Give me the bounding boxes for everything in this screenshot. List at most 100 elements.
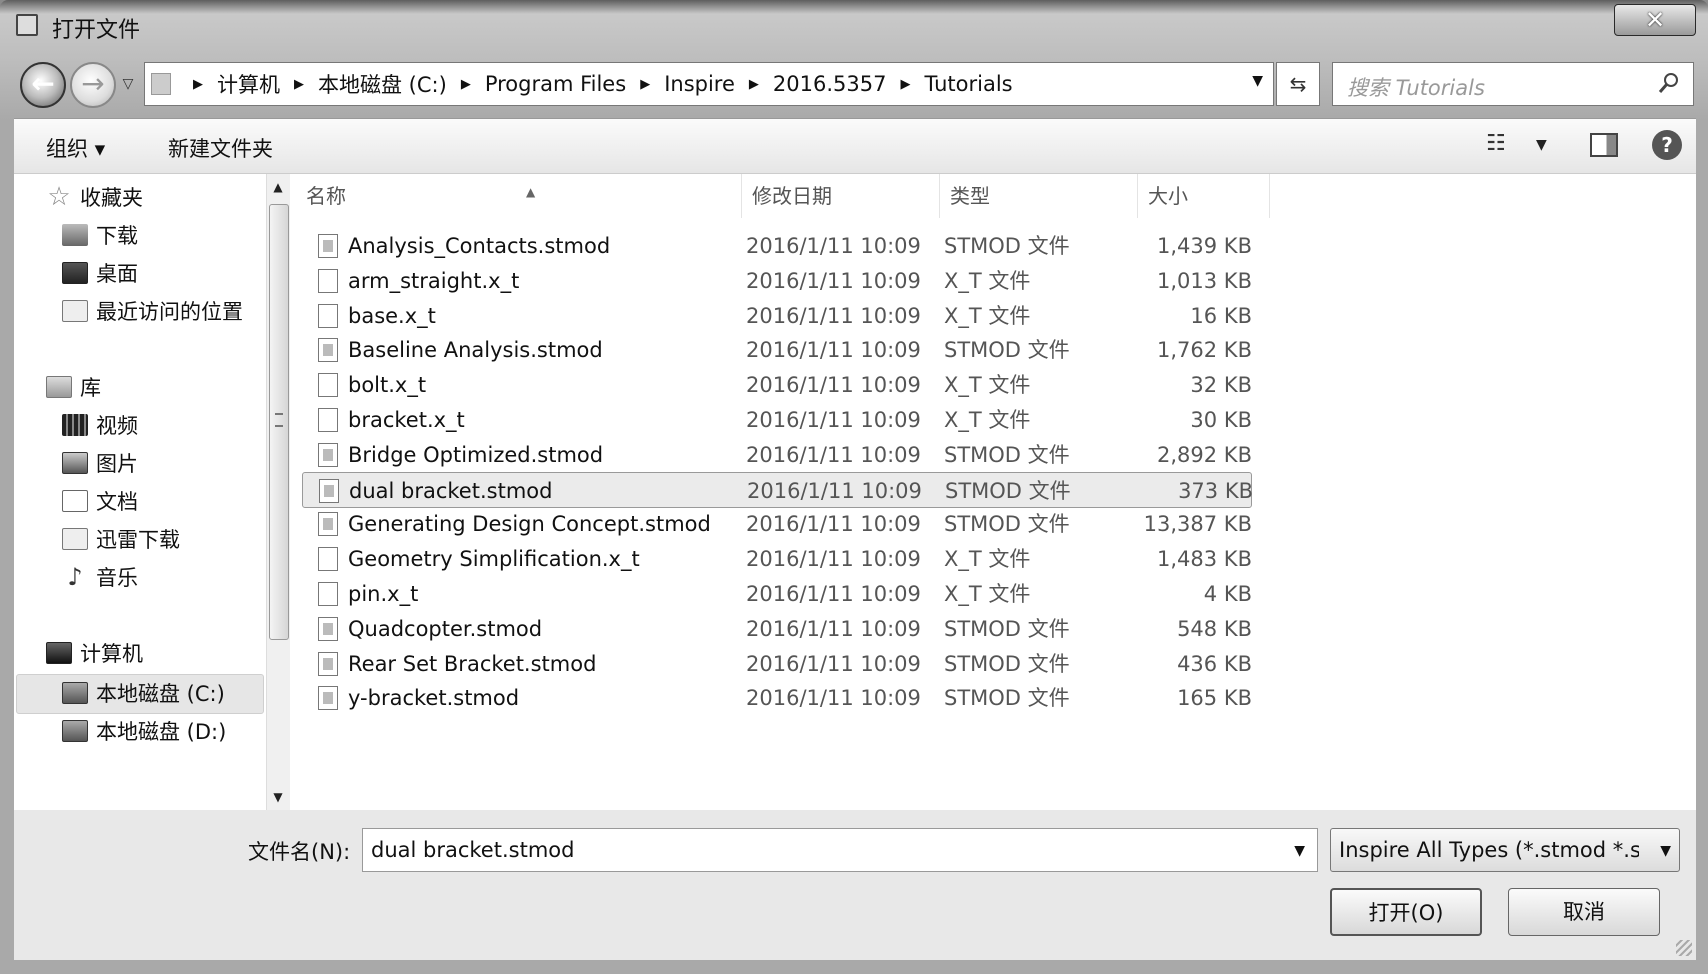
sidebar-item-label: 下载 bbox=[96, 224, 138, 248]
file-size: 373 KB bbox=[1178, 478, 1253, 503]
scroll-down-icon[interactable]: ▼ bbox=[267, 786, 289, 808]
modified-date: 2016/1/11 10:09 bbox=[746, 582, 921, 606]
sidebar-item-videos[interactable]: 视频 bbox=[62, 406, 138, 444]
breadcrumb-item[interactable]: Inspire bbox=[664, 72, 735, 96]
sidebar-item-documents[interactable]: 文档 bbox=[62, 482, 138, 520]
column-header-date[interactable]: 修改日期 bbox=[742, 174, 940, 218]
file-name: Analysis_Contacts.stmod bbox=[348, 234, 611, 258]
sidebar-item-computer[interactable]: 计算机 bbox=[46, 634, 143, 672]
sidebar-item-desktop[interactable]: 桌面 bbox=[62, 254, 138, 292]
file-name: Quadcopter.stmod bbox=[348, 616, 543, 641]
file-type: X_T 文件 bbox=[944, 547, 1031, 572]
title-bar: 打开文件 ✕ bbox=[0, 0, 1708, 52]
breadcrumb-item[interactable]: 本地磁盘 (C:) bbox=[318, 69, 447, 99]
file-type: STMOD 文件 bbox=[944, 616, 1070, 641]
chevron-right-icon[interactable]: ▶ bbox=[193, 77, 203, 92]
table-row[interactable]: Quadcopter.stmod 2016/1/11 10:09 STMOD 文件 5… bbox=[302, 611, 1252, 647]
modified-date: 2016/1/11 10:09 bbox=[746, 338, 921, 363]
file-name: pin.x_t bbox=[348, 582, 419, 606]
table-row[interactable]: Analysis_Contacts.stmod 2016/1/11 10:09 ST… bbox=[302, 228, 1252, 264]
sidebar-item-label: 最近访问的位置 bbox=[96, 300, 243, 324]
open-button[interactable]: 打开(O) bbox=[1330, 888, 1482, 936]
modified-date: 2016/1/11 10:09 bbox=[746, 616, 921, 641]
file-size: 2,892 KB bbox=[1157, 442, 1252, 467]
chevron-right-icon[interactable]: ▶ bbox=[294, 77, 304, 92]
breadcrumb-item[interactable]: Tutorials bbox=[924, 72, 1012, 96]
file-name: bracket.x_t bbox=[348, 408, 465, 432]
sidebar-item-favorites[interactable]: ☆ 收藏夹 bbox=[46, 178, 143, 216]
table-row[interactable]: Rear Set Bracket.stmod 2016/1/11 10:09 STM… bbox=[302, 646, 1252, 682]
breadcrumb-item[interactable]: 2016.5357 bbox=[773, 72, 887, 96]
scroll-up-icon[interactable]: ▲ bbox=[267, 176, 289, 198]
chevron-down-icon[interactable]: ▼ bbox=[1294, 843, 1305, 859]
open-file-dialog: 打开文件 ✕ ← → ▽ ▶ 计算机 ▶ 本地磁盘 (C:) ▶ Program… bbox=[0, 0, 1708, 974]
chevron-right-icon[interactable]: ▶ bbox=[749, 77, 759, 92]
chevron-down-icon[interactable]: ▼ bbox=[1252, 73, 1263, 89]
table-row[interactable]: Geometry Simplification.x_t 2016/1/11 10:… bbox=[302, 541, 1252, 577]
breadcrumb-item[interactable]: 计算机 bbox=[217, 69, 280, 99]
search-input[interactable]: 搜索 Tutorials bbox=[1332, 62, 1694, 106]
sidebar-scrollbar[interactable]: ▲ ▼ bbox=[266, 174, 290, 810]
table-row[interactable]: base.x_t 2016/1/11 10:09 X_T 文件 16 KB bbox=[302, 298, 1252, 334]
table-row[interactable]: pin.x_t 2016/1/11 10:09 X_T 文件 4 KB bbox=[302, 576, 1252, 612]
star-icon: ☆ bbox=[47, 182, 71, 212]
modified-date: 2016/1/11 10:09 bbox=[746, 442, 921, 467]
file-size: 30 KB bbox=[1190, 408, 1252, 432]
file-type: STMOD 文件 bbox=[944, 234, 1070, 258]
filename-field[interactable]: dual bracket.stmod ▼ bbox=[362, 828, 1318, 872]
chevron-down-icon[interactable]: ▼ bbox=[1660, 843, 1671, 859]
chevron-right-icon[interactable]: ▶ bbox=[900, 77, 910, 92]
sidebar-item-music[interactable]: ♪ 音乐 bbox=[62, 558, 138, 596]
search-icon[interactable] bbox=[1657, 71, 1681, 95]
sidebar-item-pictures[interactable]: 图片 bbox=[62, 444, 138, 482]
sidebar-item-downloads[interactable]: 下载 bbox=[62, 216, 138, 254]
table-row[interactable]: Generating Design Concept.stmod 2016/1/11… bbox=[302, 506, 1252, 542]
file-type-select[interactable]: Inspire All Types (*.stmod *.s ▼ bbox=[1330, 828, 1680, 872]
sidebar-item-label: 库 bbox=[80, 376, 101, 400]
sidebar-item-thunder-downloads[interactable]: 迅雷下载 bbox=[62, 520, 180, 558]
chevron-down-icon[interactable]: ▼ bbox=[1536, 137, 1547, 153]
navigation-pane: ☆ 收藏夹 下载 桌面 最近访问的位置 库 视频 图片 文档 迅雷下载 ♪ 音乐… bbox=[14, 174, 266, 810]
desktop-icon bbox=[62, 262, 88, 284]
table-row[interactable]: y-bracket.stmod 2016/1/11 10:09 STMOD 文件 16… bbox=[302, 680, 1252, 716]
address-bar[interactable]: ▶ 计算机 ▶ 本地磁盘 (C:) ▶ Program Files ▶ Insp… bbox=[144, 62, 1274, 106]
close-button[interactable]: ✕ bbox=[1614, 4, 1696, 36]
sidebar-item-recent-places[interactable]: 最近访问的位置 bbox=[62, 292, 243, 330]
help-icon[interactable]: ? bbox=[1652, 130, 1682, 160]
file-icon bbox=[318, 234, 338, 258]
sidebar-item-libraries[interactable]: 库 bbox=[46, 368, 101, 406]
column-header-size[interactable]: 大小 bbox=[1138, 174, 1270, 218]
search-placeholder: 搜索 Tutorials bbox=[1347, 76, 1485, 100]
breadcrumb-item[interactable]: Program Files bbox=[485, 72, 626, 96]
table-row[interactable]: dual bracket.stmod 2016/1/11 10:09 STMOD 文… bbox=[302, 471, 1253, 508]
sidebar-item-drive-d[interactable]: 本地磁盘 (D:) bbox=[62, 712, 226, 750]
file-type: X_T 文件 bbox=[944, 582, 1031, 606]
forward-button[interactable]: → bbox=[70, 62, 116, 108]
table-row[interactable]: bracket.x_t 2016/1/11 10:09 X_T 文件 30 KB bbox=[302, 402, 1252, 438]
recent-locations-dropdown[interactable]: ▽ bbox=[118, 72, 138, 96]
file-type: STMOD 文件 bbox=[945, 478, 1071, 503]
resize-grip-icon[interactable] bbox=[1676, 940, 1692, 956]
file-size: 1,762 KB bbox=[1157, 338, 1252, 363]
column-header-name[interactable]: ▲ 名称 bbox=[296, 174, 742, 218]
cancel-button[interactable]: 取消 bbox=[1508, 888, 1660, 936]
scroll-thumb[interactable] bbox=[269, 204, 289, 640]
back-button[interactable]: ← bbox=[20, 62, 66, 108]
table-row[interactable]: bolt.x_t 2016/1/11 10:09 X_T 文件 32 KB bbox=[302, 367, 1252, 403]
modified-date: 2016/1/11 10:09 bbox=[746, 408, 921, 432]
chevron-right-icon[interactable]: ▶ bbox=[640, 77, 650, 92]
column-header-label: 修改日期 bbox=[752, 184, 832, 208]
command-toolbar: 组织 ▾ 新建文件夹 ☷ ▼ ? bbox=[14, 118, 1696, 174]
preview-pane-icon[interactable] bbox=[1590, 133, 1618, 157]
table-row[interactable]: Bridge Optimized.stmod 2016/1/11 10:09 STM… bbox=[302, 437, 1252, 473]
file-name: Baseline Analysis.stmod bbox=[348, 338, 603, 363]
refresh-button[interactable]: ⇆ bbox=[1276, 62, 1320, 106]
organize-menu[interactable]: 组织 ▾ bbox=[46, 133, 105, 163]
table-row[interactable]: arm_straight.x_t 2016/1/11 10:09 X_T 文件 1,0… bbox=[302, 263, 1252, 299]
sidebar-item-drive-c[interactable]: 本地磁盘 (C:) bbox=[62, 674, 225, 712]
table-row[interactable]: Baseline Analysis.stmod 2016/1/11 10:09 ST… bbox=[302, 332, 1252, 368]
column-header-type[interactable]: 类型 bbox=[940, 174, 1138, 218]
chevron-right-icon[interactable]: ▶ bbox=[461, 77, 471, 92]
view-options-icon[interactable]: ☷ bbox=[1486, 131, 1506, 156]
new-folder-button[interactable]: 新建文件夹 bbox=[168, 133, 273, 163]
